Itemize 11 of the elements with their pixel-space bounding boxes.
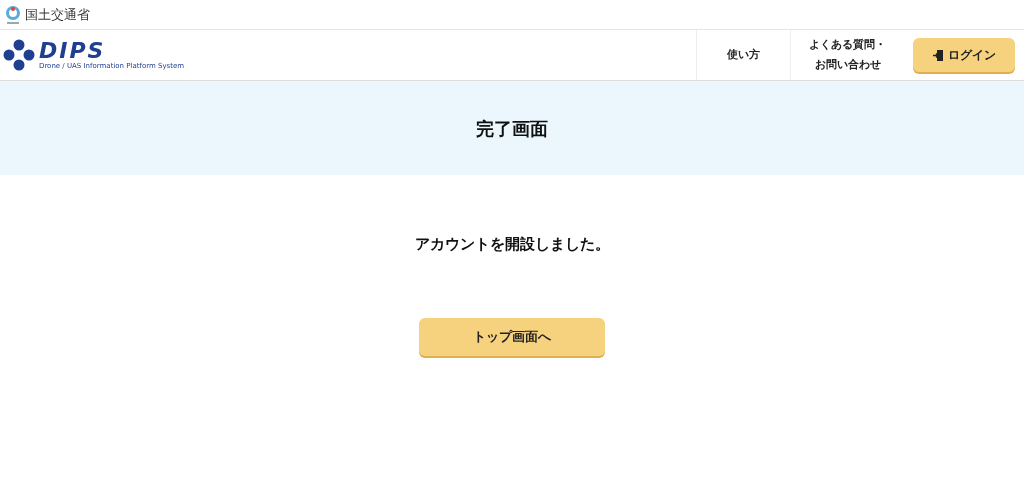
logo-title: DIPS (39, 40, 106, 61)
ministry-emblem-icon (4, 4, 22, 25)
ministry-name: 国土交通省 (25, 5, 90, 24)
dips-logo-icon (3, 39, 35, 71)
login-button[interactable]: ログイン (913, 38, 1015, 72)
nav-link[interactable]: 使い方 (696, 30, 790, 80)
page-title: 完了画面 (476, 116, 548, 141)
completion-message: アカウントを開設しました。 (414, 234, 610, 255)
top-page-button[interactable]: トップ画面へ (419, 317, 605, 356)
door-icon (932, 49, 944, 61)
nav-link[interactable]: よくある質問・ お問い合わせ (790, 30, 904, 80)
